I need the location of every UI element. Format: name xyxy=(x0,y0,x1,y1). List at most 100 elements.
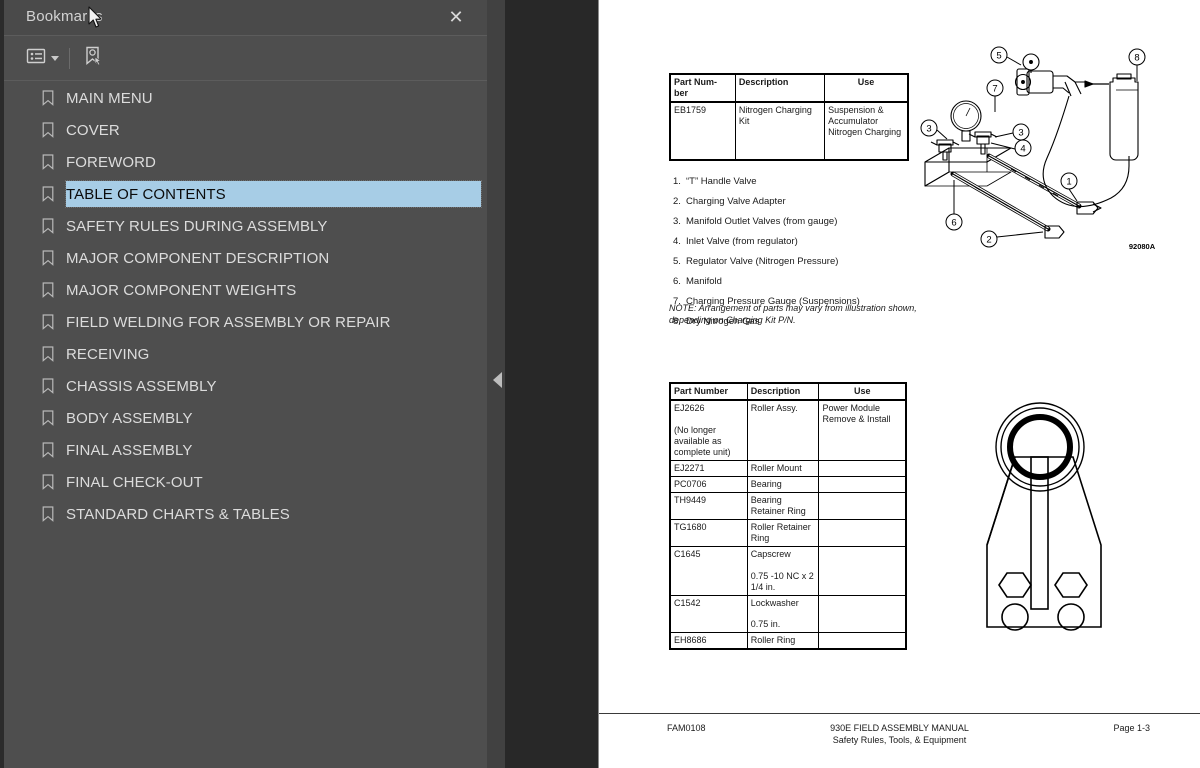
bookmark-item[interactable]: TABLE OF CONTENTS xyxy=(4,178,487,210)
header-use: Use xyxy=(818,382,907,401)
table-header-row: Part Number Description Use xyxy=(669,382,907,401)
close-icon[interactable]: ✕ xyxy=(443,4,469,30)
callout-number: 4. xyxy=(673,236,681,247)
svg-text:2: 2 xyxy=(986,235,991,246)
document-page: Part Num-ber Description Use EB1759 Nitr… xyxy=(598,0,1200,768)
roller-assembly-diagram xyxy=(969,385,1119,640)
cell-description: Capscrew 0.75 -10 NC x 2 1/4 in. xyxy=(746,545,820,596)
bookmark-icon xyxy=(42,250,54,266)
header-part-number: Part Number xyxy=(669,382,748,401)
table-row: EJ2271 Roller Mount xyxy=(669,459,907,477)
callout-item: 5. Regulator Valve (Nitrogen Pressure) xyxy=(673,252,933,272)
new-bookmark-button[interactable] xyxy=(79,43,107,73)
bookmark-item[interactable]: SAFETY RULES DURING ASSEMBLY xyxy=(4,210,487,242)
cell-use xyxy=(818,491,907,520)
list-options-icon xyxy=(26,47,46,70)
bookmark-label: BODY ASSEMBLY xyxy=(66,409,193,427)
cell-use xyxy=(818,518,907,547)
table-row: C1542 Lockwasher 0.75 in. xyxy=(669,594,907,634)
page-footer: FAM0108 930E FIELD ASSEMBLY MANUAL Safet… xyxy=(599,713,1200,768)
callout-number: 5. xyxy=(673,256,681,267)
callout-item: 6. Manifold xyxy=(673,272,933,292)
cell-description: Bearing xyxy=(746,475,820,493)
bookmark-item[interactable]: BODY ASSEMBLY xyxy=(4,402,487,434)
svg-text:6: 6 xyxy=(951,218,956,229)
svg-text:1: 1 xyxy=(1066,177,1071,188)
bookmark-item[interactable]: MAJOR COMPONENT DESCRIPTION xyxy=(4,242,487,274)
bookmark-icon xyxy=(42,442,54,458)
svg-text:3: 3 xyxy=(926,124,931,135)
bookmark-item[interactable]: FINAL CHECK-OUT xyxy=(4,466,487,498)
panel-title: Bookmarks xyxy=(26,8,103,25)
bookmark-label: RECEIVING xyxy=(66,345,150,363)
table-row: TH9449 Bearing Retainer Ring xyxy=(669,491,907,520)
bookmark-item[interactable]: FINAL ASSEMBLY xyxy=(4,434,487,466)
bookmark-icon xyxy=(42,314,54,330)
bookmark-icon xyxy=(42,154,54,170)
bookmark-label: MAJOR COMPONENT DESCRIPTION xyxy=(66,249,330,267)
list-options-button[interactable] xyxy=(23,43,62,73)
bookmark-label: FINAL CHECK-OUT xyxy=(66,473,203,491)
cell-use xyxy=(818,594,907,634)
callout-text: “T” Handle Valve xyxy=(686,176,757,187)
callout-number: 1. xyxy=(673,176,681,187)
bookmark-icon xyxy=(42,282,54,298)
bookmarks-toolbar xyxy=(4,36,487,81)
svg-text:5: 5 xyxy=(996,51,1001,62)
bookmark-item[interactable]: FOREWORD xyxy=(4,146,487,178)
callout-number: 2. xyxy=(673,196,681,207)
footer-page-number: Page 1-3 xyxy=(1113,723,1150,733)
callout-text: Manifold xyxy=(686,276,722,287)
figure-code: 92080A xyxy=(1129,242,1156,251)
bookmarks-panel: Bookmarks ✕ MAIN MENU COVER FOREWORD TAB… xyxy=(0,0,487,768)
bookmark-icon xyxy=(42,218,54,234)
table-row: EH8686 Roller Ring xyxy=(669,632,907,650)
cell-description: Roller Mount xyxy=(746,459,820,477)
svg-text:7: 7 xyxy=(992,84,997,95)
bookmark-item[interactable]: CHASSIS ASSEMBLY xyxy=(4,370,487,402)
table-row: PC0706 Bearing xyxy=(669,475,907,493)
callout-text: Charging Valve Adapter xyxy=(686,196,786,207)
bookmark-icon xyxy=(42,346,54,362)
bookmark-item[interactable]: MAIN MENU xyxy=(4,82,487,114)
viewer-background-gutter xyxy=(505,0,598,768)
bookmark-icon xyxy=(42,378,54,394)
cell-part-number: TH9449 xyxy=(669,491,748,520)
cell-description: Roller Retainer Ring xyxy=(746,518,820,547)
callout-text: Inlet Valve (from regulator) xyxy=(686,236,798,247)
bookmark-icon xyxy=(42,122,54,138)
table-row: C1645 Capscrew 0.75 -10 NC x 2 1/4 in. xyxy=(669,545,907,596)
bookmark-label: STANDARD CHARTS & TABLES xyxy=(66,505,290,523)
bookmark-item[interactable]: COVER xyxy=(4,114,487,146)
cell-description: Roller Assy. xyxy=(746,399,820,461)
cell-part-number: TG1680 xyxy=(669,518,748,547)
bookmark-label: TABLE OF CONTENTS xyxy=(66,185,226,203)
table-header-row: Part Num-ber Description Use xyxy=(669,73,909,103)
bookmark-item[interactable]: FIELD WELDING FOR ASSEMBLY OR REPAIR xyxy=(4,306,487,338)
nitrogen-charging-kit-diagram: 5 7 3 3 4 1 6 2 8 92080A xyxy=(917,44,1187,269)
bookmark-list[interactable]: MAIN MENU COVER FOREWORD TABLE OF CONTENTS S… xyxy=(4,82,487,768)
header-description: Description xyxy=(734,73,826,103)
bookmark-item[interactable]: RECEIVING xyxy=(4,338,487,370)
bookmark-label: COVER xyxy=(66,121,120,139)
table-row: TG1680 Roller Retainer Ring xyxy=(669,518,907,547)
callout-number: 6. xyxy=(673,276,681,287)
cell-part-number: EJ2271 xyxy=(669,459,748,477)
collapse-left-arrow-icon[interactable] xyxy=(493,372,502,388)
svg-text:8: 8 xyxy=(1134,53,1139,64)
bookmark-label: SAFETY RULES DURING ASSEMBLY xyxy=(66,217,328,235)
cell-description: Bearing Retainer Ring xyxy=(746,491,820,520)
cell-use xyxy=(818,475,907,493)
cell-use xyxy=(818,632,907,650)
cell-part-number: EB1759 xyxy=(669,101,736,161)
footer-manual-title: 930E FIELD ASSEMBLY MANUAL xyxy=(830,723,969,733)
cell-part-number: C1645 xyxy=(669,545,748,596)
bookmark-item[interactable]: STANDARD CHARTS & TABLES xyxy=(4,498,487,530)
cell-use: Suspension & Accumulator Nitrogen Chargi… xyxy=(824,101,909,161)
bookmark-item[interactable]: MAJOR COMPONENT WEIGHTS xyxy=(4,274,487,306)
callout-item: 1. “T” Handle Valve xyxy=(673,172,933,192)
bookmark-label: FIELD WELDING FOR ASSEMBLY OR REPAIR xyxy=(66,313,391,331)
cell-part-number: EH8686 xyxy=(669,632,748,650)
toolbar-divider xyxy=(69,48,70,69)
table-row: EB1759 Nitrogen Charging Kit Suspension … xyxy=(669,101,909,161)
